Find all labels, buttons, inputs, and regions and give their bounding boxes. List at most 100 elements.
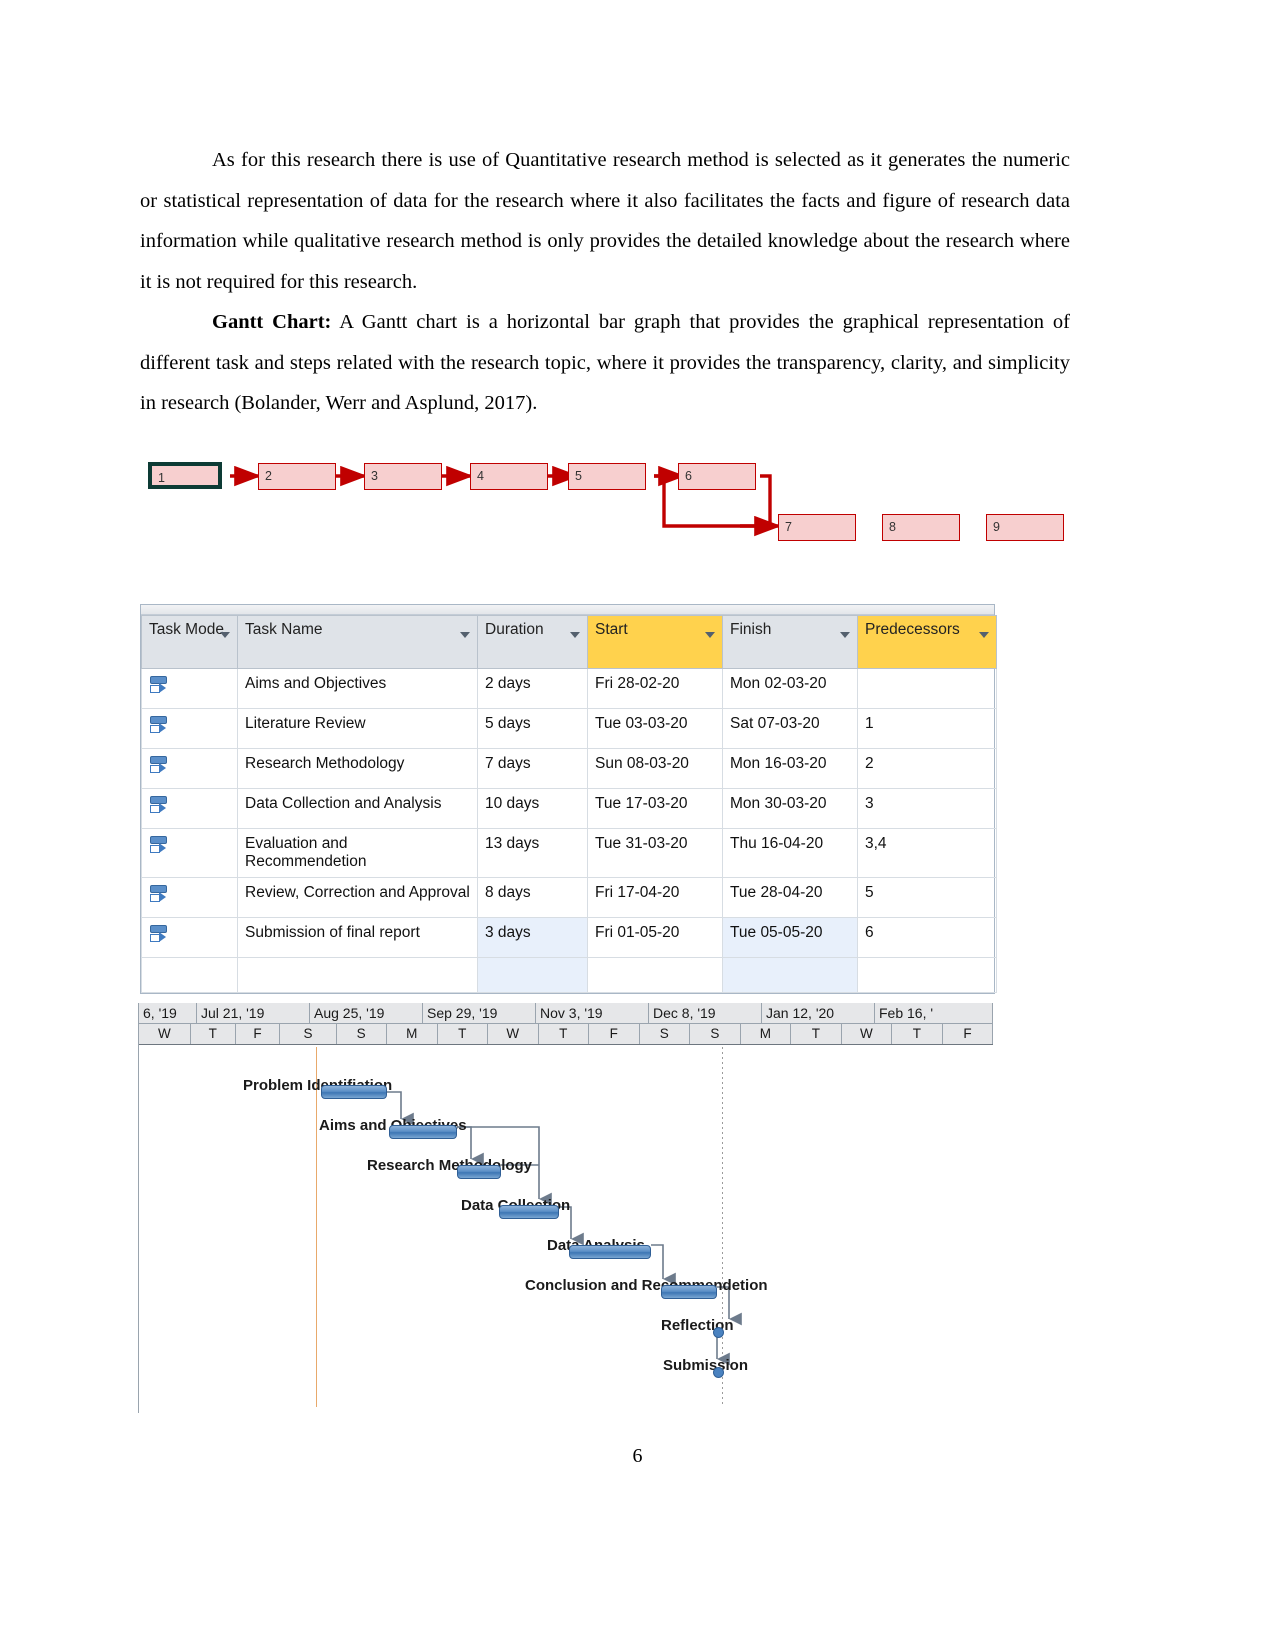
network-node-4[interactable]: 4	[470, 463, 548, 490]
gantt-bar[interactable]	[569, 1245, 651, 1259]
chevron-down-icon[interactable]	[705, 632, 715, 638]
cell-finish[interactable]	[722, 957, 858, 993]
column-header-predecessors[interactable]: Predecessors	[857, 615, 997, 669]
network-node-2[interactable]: 2	[258, 463, 336, 490]
cell-predecessors[interactable]: 3,4	[857, 828, 997, 878]
gantt-minor-cell[interactable]: S	[336, 1024, 387, 1044]
column-header-finish[interactable]: Finish	[722, 615, 858, 669]
gantt-minor-cell[interactable]: F	[588, 1024, 640, 1044]
gantt-major-cell[interactable]: Nov 3, '19	[536, 1003, 649, 1023]
cell-predecessors[interactable]: 1	[857, 708, 997, 749]
cell-task-name[interactable]: Data Collection and Analysis	[237, 788, 478, 829]
gantt-minor-cell[interactable]: M	[740, 1024, 791, 1044]
gantt-major-cell[interactable]: Sep 29, '19	[423, 1003, 536, 1023]
cell-finish[interactable]: Sat 07-03-20	[722, 708, 858, 749]
chevron-down-icon[interactable]	[570, 632, 580, 638]
cell-duration[interactable]: 13 days	[477, 828, 588, 878]
gantt-minor-cell[interactable]: F	[235, 1024, 281, 1044]
cell-start[interactable]: Tue 03-03-20	[587, 708, 723, 749]
gantt-milestone[interactable]	[713, 1327, 724, 1338]
gantt-minor-cell[interactable]: S	[280, 1024, 337, 1044]
cell-predecessors[interactable]: 3	[857, 788, 997, 829]
chevron-down-icon[interactable]	[840, 632, 850, 638]
cell-finish[interactable]: Mon 16-03-20	[722, 748, 858, 789]
cell-task-mode[interactable]	[141, 788, 238, 829]
cell-duration[interactable]: 8 days	[477, 877, 588, 918]
cell-task-name[interactable]: Research Methodology	[237, 748, 478, 789]
network-node-3[interactable]: 3	[364, 463, 442, 490]
gantt-minor-cell[interactable]: S	[639, 1024, 690, 1044]
gantt-minor-cell[interactable]: T	[437, 1024, 488, 1044]
cell-task-name[interactable]: Evaluation and Recommendetion	[237, 828, 478, 878]
cell-duration[interactable]: 7 days	[477, 748, 588, 789]
cell-start[interactable]: Fri 17-04-20	[587, 877, 723, 918]
cell-predecessors[interactable]: 5	[857, 877, 997, 918]
cell-finish[interactable]: Mon 02-03-20	[722, 668, 858, 709]
gantt-minor-cell[interactable]: W	[841, 1024, 892, 1044]
column-header-duration[interactable]: Duration	[477, 615, 588, 669]
table-row[interactable]: Submission of final report 3 days Fri 01…	[141, 917, 997, 958]
cell-predecessors[interactable]: 6	[857, 917, 997, 958]
network-node-9[interactable]: 9	[986, 514, 1064, 541]
cell-finish[interactable]: Tue 05-05-20	[722, 917, 858, 958]
cell-finish[interactable]: Tue 28-04-20	[722, 877, 858, 918]
chevron-down-icon[interactable]	[460, 632, 470, 638]
gantt-minor-cell[interactable]: T	[790, 1024, 842, 1044]
cell-task-mode[interactable]	[141, 708, 238, 749]
gantt-minor-cell[interactable]: T	[891, 1024, 943, 1044]
cell-predecessors[interactable]	[857, 957, 997, 993]
network-node-1[interactable]: 1	[148, 462, 222, 489]
gantt-minor-cell[interactable]: W	[487, 1024, 539, 1044]
cell-start[interactable]	[587, 957, 723, 993]
network-node-8[interactable]: 8	[882, 514, 960, 541]
gantt-bar[interactable]	[499, 1205, 559, 1219]
chevron-down-icon[interactable]	[979, 632, 989, 638]
gantt-minor-cell[interactable]: W	[139, 1024, 191, 1044]
gantt-major-cell[interactable]: 6, '19	[139, 1003, 197, 1023]
gantt-milestone[interactable]	[713, 1367, 724, 1378]
cell-finish[interactable]: Thu 16-04-20	[722, 828, 858, 878]
cell-duration[interactable]: 3 days	[477, 917, 588, 958]
gantt-major-cell[interactable]: Jul 21, '19	[197, 1003, 310, 1023]
table-row[interactable]: Literature Review 5 days Tue 03-03-20 Sa…	[141, 708, 997, 749]
cell-duration[interactable]	[477, 957, 588, 993]
network-node-5[interactable]: 5	[568, 463, 646, 490]
column-header-task-mode[interactable]: Task Mode	[141, 615, 238, 669]
cell-task-mode[interactable]	[141, 828, 238, 878]
cell-task-mode[interactable]	[141, 668, 238, 709]
gantt-bar[interactable]	[661, 1285, 717, 1299]
column-header-task-name[interactable]: Task Name	[237, 615, 478, 669]
gantt-bar[interactable]	[457, 1165, 501, 1179]
cell-task-name[interactable]: Aims and Objectives	[237, 668, 478, 709]
cell-start[interactable]: Fri 28-02-20	[587, 668, 723, 709]
gantt-major-cell[interactable]: Dec 8, '19	[649, 1003, 762, 1023]
cell-start[interactable]: Tue 31-03-20	[587, 828, 723, 878]
table-row[interactable]: Aims and Objectives 2 days Fri 28-02-20 …	[141, 668, 997, 709]
table-row-empty[interactable]	[141, 957, 997, 993]
gantt-major-cell[interactable]: Jan 12, '20	[762, 1003, 875, 1023]
cell-task-mode[interactable]	[141, 957, 238, 993]
cell-duration[interactable]: 5 days	[477, 708, 588, 749]
cell-start[interactable]: Fri 01-05-20	[587, 917, 723, 958]
cell-duration[interactable]: 2 days	[477, 668, 588, 709]
table-row[interactable]: Evaluation and Recommendetion 13 days Tu…	[141, 828, 997, 878]
gantt-major-cell[interactable]: Aug 25, '19	[310, 1003, 423, 1023]
network-node-7[interactable]: 7	[778, 514, 856, 541]
cell-start[interactable]: Sun 08-03-20	[587, 748, 723, 789]
gantt-bar[interactable]	[321, 1085, 387, 1099]
gantt-minor-cell[interactable]: T	[190, 1024, 236, 1044]
gantt-minor-cell[interactable]: M	[386, 1024, 438, 1044]
cell-finish[interactable]: Mon 30-03-20	[722, 788, 858, 829]
cell-duration[interactable]: 10 days	[477, 788, 588, 829]
gantt-bar[interactable]	[389, 1125, 457, 1139]
chevron-down-icon[interactable]	[220, 632, 230, 638]
column-header-start[interactable]: Start	[587, 615, 723, 669]
cell-task-mode[interactable]	[141, 877, 238, 918]
cell-predecessors[interactable]: 2	[857, 748, 997, 789]
gantt-major-cell[interactable]: Feb 16, '	[875, 1003, 993, 1023]
cell-task-name[interactable]: Review, Correction and Approval	[237, 877, 478, 918]
table-row[interactable]: Research Methodology 7 days Sun 08-03-20…	[141, 748, 997, 789]
cell-task-name[interactable]: Literature Review	[237, 708, 478, 749]
cell-task-name[interactable]	[237, 957, 478, 993]
gantt-minor-cell[interactable]: S	[689, 1024, 741, 1044]
